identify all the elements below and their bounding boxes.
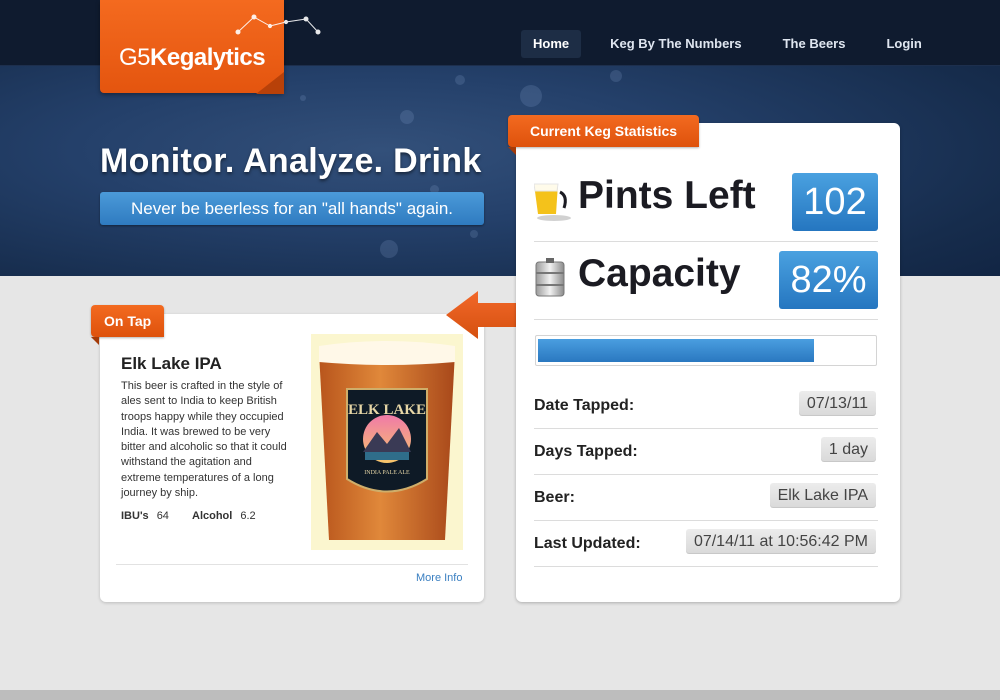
pints-left-value: 102	[792, 173, 878, 231]
ibu-label: IBU's	[121, 510, 149, 522]
keg-icon	[535, 258, 565, 297]
days-tapped-row: Days Tapped: 1 day	[534, 429, 878, 475]
left-arrow-icon	[446, 291, 518, 339]
capacity-value: 82%	[779, 251, 878, 309]
keg-stats-label: Current Keg Statistics	[530, 123, 678, 139]
glass-label-top: ELK LAKE	[348, 402, 426, 418]
logo-fold	[256, 72, 284, 94]
alcohol-value: 6.2	[240, 510, 256, 522]
last-updated-row: Last Updated: 07/14/11 at 10:56:42 PM	[534, 521, 878, 567]
main-nav: Home Keg By The Numbers The Beers Login	[521, 30, 951, 58]
capacity-row: Capacity 82%	[534, 242, 878, 320]
pints-left-label: Pints Left	[578, 174, 756, 217]
beer-stats: IBU's 64 Alcohol 6.2	[121, 510, 256, 522]
last-updated-label: Last Updated:	[534, 535, 641, 552]
on-tap-tab: On Tap	[91, 305, 165, 345]
nav-the-beers[interactable]: The Beers	[771, 30, 858, 58]
card-divider	[116, 564, 468, 565]
nav-login[interactable]: Login	[874, 30, 933, 58]
brand-logo[interactable]: G5Kegalytics	[100, 0, 321, 94]
keg-stats-tab: Current Keg Statistics	[508, 115, 700, 155]
pints-left-row: Pints Left 102	[534, 164, 878, 242]
beer-row: Beer: Elk Lake IPA	[534, 475, 878, 521]
capacity-label: Capacity	[578, 252, 741, 295]
brand-name: G5Kegalytics	[119, 44, 266, 71]
footer-strip	[0, 690, 1000, 700]
beer-value: Elk Lake IPA	[769, 483, 876, 508]
nav-home[interactable]: Home	[521, 30, 582, 58]
nav-keg-by-the-numbers[interactable]: Keg By The Numbers	[598, 30, 753, 58]
capacity-progress-bar	[535, 335, 877, 366]
hero-headline: Monitor. Analyze. Drink	[100, 142, 482, 180]
ibu-value: 64	[156, 510, 169, 522]
on-tap-label: On Tap	[104, 313, 152, 329]
date-tapped-label: Date Tapped:	[534, 397, 635, 414]
beer-glass-image: ELK LAKE INDIA PALE ALE	[311, 334, 463, 550]
constellation-icon	[235, 14, 321, 35]
days-tapped-value: 1 day	[820, 437, 876, 462]
beer-name: Elk Lake IPA	[121, 354, 222, 373]
alcohol-label: Alcohol	[192, 510, 233, 522]
beer-label: Beer:	[534, 489, 575, 506]
date-tapped-value: 07/13/11	[798, 391, 876, 416]
last-updated-value: 07/14/11 at 10:56:42 PM	[685, 529, 876, 554]
more-info-link[interactable]: More Info	[416, 572, 462, 584]
date-tapped-row: Date Tapped: 07/13/11	[534, 383, 878, 429]
days-tapped-label: Days Tapped:	[534, 443, 638, 460]
beer-description: This beer is crafted in the style of ale…	[121, 380, 287, 500]
hero-tagline: Never be beerless for an "all hands" aga…	[100, 192, 484, 225]
glass-label-bottom: INDIA PALE ALE	[364, 470, 410, 476]
capacity-progress-fill	[538, 339, 814, 362]
beer-glass-icon	[534, 183, 571, 221]
